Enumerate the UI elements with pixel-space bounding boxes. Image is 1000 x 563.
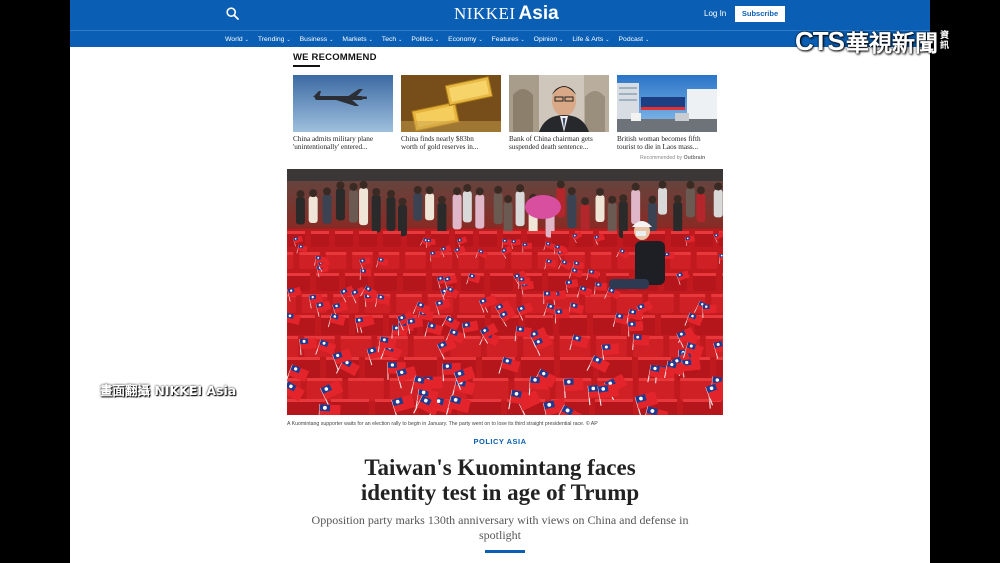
nav-item-world[interactable]: World ⌄ <box>225 36 249 43</box>
nav-item-label: Business <box>299 36 328 43</box>
recommend-card[interactable]: China finds nearly $83bn worth of gold r… <box>401 75 501 151</box>
recommend-caption[interactable]: British woman becomes fifth tourist to d… <box>617 135 717 151</box>
recommend-caption[interactable]: China admits military plane 'unintention… <box>293 135 393 151</box>
laos-street-thumbnail[interactable] <box>617 75 717 132</box>
site-logo[interactable]: NIKKEI Asia <box>454 3 559 27</box>
recommend-caption[interactable]: Bank of China chairman gets suspended de… <box>509 135 609 151</box>
section-kicker[interactable]: POLICY ASIA <box>70 437 930 446</box>
caption-line: suspended death sentence... <box>509 143 589 152</box>
nav-item-podcast[interactable]: Podcast ⌄ <box>619 36 650 43</box>
nav-item-trending[interactable]: Trending ⌄ <box>258 36 291 43</box>
hero-photo <box>287 169 723 415</box>
nav-item-markets[interactable]: Markets ⌄ <box>342 36 372 43</box>
logo-asia: Asia <box>518 3 559 24</box>
caption-line: British woman becomes fifth <box>617 135 701 143</box>
nav-item-economy[interactable]: Economy ⌄ <box>448 36 483 43</box>
recommend-caption[interactable]: China finds nearly $83bn worth of gold r… <box>401 135 501 151</box>
nav-item-label: Podcast <box>618 36 644 43</box>
caption-line: China admits military plane <box>293 135 374 143</box>
caption-line: China finds nearly $83bn <box>401 135 474 143</box>
chevron-down-icon: ⌄ <box>329 37 334 43</box>
cts-news-logo: CTS 華視新聞 資訊 <box>795 25 951 58</box>
nav-item-label: Life & Arts <box>572 36 604 43</box>
caption-line: Bank of China chairman gets <box>509 135 593 143</box>
gold-bars-thumbnail[interactable] <box>401 75 501 132</box>
cts-small: 資訊 <box>940 31 950 51</box>
recommend-card[interactable]: China admits military plane 'unintention… <box>293 75 393 151</box>
bank-chairman-thumbnail[interactable] <box>509 75 609 132</box>
login-link[interactable]: Log In <box>704 9 726 18</box>
nav-item-label: Politics <box>411 36 433 43</box>
cts-cjk: 華視新聞 <box>846 31 938 57</box>
nav-item-tech[interactable]: Tech ⌄ <box>382 36 403 43</box>
nav-item-politics[interactable]: Politics ⌄ <box>411 36 439 43</box>
article-headline: Taiwan's Kuomintang faces identity test … <box>250 455 750 505</box>
photo-caption: A Kuomintang supporter waits for an elec… <box>287 421 598 427</box>
nav-item-label: Trending <box>257 36 285 43</box>
article-dek: Opposition party marks 130th anniversary… <box>311 513 689 542</box>
nav-item-opinion[interactable]: Opinion ⌄ <box>534 36 564 43</box>
subscribe-button[interactable]: Subscribe <box>735 6 785 22</box>
chevron-down-icon: ⌄ <box>398 37 403 43</box>
chevron-down-icon: ⌄ <box>368 37 373 43</box>
attribution-prefix: Recommended by <box>640 155 683 161</box>
search-icon[interactable] <box>226 7 239 20</box>
nav-item-features[interactable]: Features ⌄ <box>492 36 525 43</box>
nav-item-label: Features <box>491 36 519 43</box>
nav-item-label: Tech <box>381 36 397 43</box>
logo-nikkei: NIKKEI <box>454 4 516 23</box>
chevron-down-icon: ⌄ <box>286 37 291 43</box>
chevron-down-icon: ⌄ <box>645 37 650 43</box>
caption-line: worth of gold reserves in... <box>401 143 479 152</box>
recommend-heading: WE RECOMMEND <box>293 52 377 63</box>
chevron-down-icon: ⌄ <box>434 37 440 43</box>
chevron-down-icon: ⌄ <box>244 37 249 43</box>
accent-bar <box>485 550 525 553</box>
attribution-brand: Outbrain <box>683 155 706 161</box>
nav-item-label: World <box>225 36 243 43</box>
nikkei-webpage: NIKKEI Asia Log In Subscribe World ⌄ Trend… <box>70 0 930 563</box>
recommend-card[interactable]: Bank of China chairman gets suspended de… <box>509 75 609 151</box>
caption-line: tourist to die in Laos mass... <box>617 143 699 152</box>
chevron-down-icon: ⌄ <box>520 37 525 43</box>
headline-line: identity test in age of Trump <box>360 480 640 505</box>
nav-item-business[interactable]: Business ⌄ <box>300 36 334 43</box>
chevron-down-icon: ⌄ <box>559 37 564 43</box>
chevron-down-icon: ⌄ <box>605 37 610 43</box>
recommend-underline <box>293 65 320 67</box>
nav-item-label: Economy <box>448 36 477 43</box>
recommend-card[interactable]: British woman becomes fifth tourist to d… <box>617 75 717 151</box>
nav-item-label: Opinion <box>533 36 558 43</box>
cts-latin: CTS <box>795 25 845 56</box>
chevron-down-icon: ⌄ <box>478 37 483 43</box>
caption-line: 'unintentionally' entered... <box>293 143 368 152</box>
outbrain-attribution[interactable]: Recommended by Outbrain <box>640 155 705 161</box>
military-plane-thumbnail[interactable] <box>293 75 393 132</box>
nav-item-label: Markets <box>342 36 367 43</box>
nav-item-life-arts[interactable]: Life & Arts ⌄ <box>572 36 609 43</box>
screen-credit: 畫面翻攝 NIKKEI Asia <box>100 383 237 398</box>
headline-line: Taiwan's Kuomintang faces <box>364 455 636 480</box>
nav-list: World ⌄ Trending ⌄ Business ⌄ Markets ⌄ Tech ⌄ Pol… <box>225 31 658 48</box>
